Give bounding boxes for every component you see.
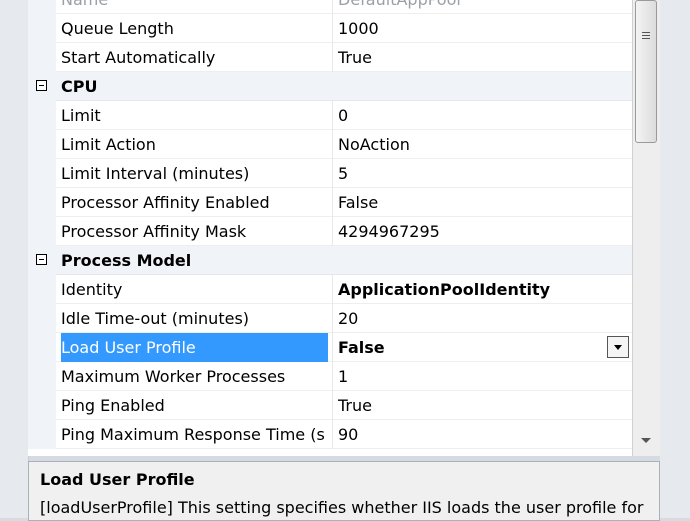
property-value-text: 4294967295: [338, 222, 440, 241]
property-value[interactable]: True: [332, 43, 632, 72]
property-name[interactable]: Load User Profile: [61, 333, 328, 362]
row-gutter: [28, 43, 56, 72]
property-row-load-user-profile[interactable]: Load User Profile False: [28, 333, 632, 362]
row-gutter: [28, 101, 56, 130]
property-grid: Name DefaultAppPool Queue Length 1000 Start …: [28, 0, 632, 456]
property-value[interactable]: 1: [332, 362, 632, 391]
row-gutter: [28, 14, 56, 43]
property-value-text: 1000: [338, 19, 379, 38]
property-row-limit[interactable]: Limit 0: [28, 101, 632, 130]
property-row-queue-length[interactable]: Queue Length 1000: [28, 14, 632, 43]
property-value[interactable]: DefaultAppPool: [332, 0, 632, 14]
collapse-icon[interactable]: [36, 254, 47, 265]
property-row-ping-enabled[interactable]: Ping Enabled True: [28, 391, 632, 420]
property-name[interactable]: Ping Maximum Response Time (s: [61, 420, 328, 449]
row-gutter: [28, 130, 56, 159]
property-value-text: True: [338, 48, 372, 67]
property-name[interactable]: Ping Enabled: [61, 391, 328, 420]
property-row-name[interactable]: Name DefaultAppPool: [28, 0, 632, 14]
property-value-text: False: [338, 338, 385, 357]
property-value-text: DefaultAppPool: [333, 0, 461, 9]
property-value[interactable]: NoAction: [332, 130, 632, 159]
property-value[interactable]: 1000: [332, 14, 632, 43]
description-panel: Load User Profile [loadUserProfile] This…: [28, 461, 660, 521]
vertical-scrollbar[interactable]: [632, 0, 660, 456]
property-row-processor-affinity-enabled[interactable]: Processor Affinity Enabled False: [28, 188, 632, 217]
property-name[interactable]: Identity: [61, 275, 328, 304]
property-row-ping-maximum-response-time-s[interactable]: Ping Maximum Response Time (s 90: [28, 420, 632, 449]
property-row-maximum-worker-processes[interactable]: Maximum Worker Processes 1: [28, 362, 632, 391]
property-row-idle-time-out-minutes[interactable]: Idle Time-out (minutes) 20: [28, 304, 632, 333]
row-gutter: [28, 0, 56, 14]
grip-line: [642, 38, 650, 39]
row-gutter: [28, 333, 56, 362]
category-label: Process Model: [61, 251, 192, 270]
property-name[interactable]: Maximum Worker Processes: [61, 362, 328, 391]
property-name[interactable]: Limit Action: [61, 130, 328, 159]
property-value-text: 5: [338, 164, 349, 183]
scroll-down-arrow-icon[interactable]: [641, 438, 651, 443]
property-name[interactable]: Start Automatically: [61, 43, 328, 72]
property-name[interactable]: Limit: [61, 101, 328, 130]
category-process-model[interactable]: Process Model: [28, 246, 632, 275]
property-value-text: 0: [338, 106, 349, 125]
property-name[interactable]: Name: [61, 0, 328, 14]
row-gutter: [28, 217, 56, 246]
row-gutter: [28, 391, 56, 420]
property-value[interactable]: False: [332, 333, 632, 362]
property-value[interactable]: 0: [332, 101, 632, 130]
property-value[interactable]: 90: [332, 420, 632, 449]
property-row-processor-affinity-mask[interactable]: Processor Affinity Mask 4294967295: [28, 217, 632, 246]
category-label: CPU: [61, 77, 98, 96]
property-row-start-automatically[interactable]: Start Automatically True: [28, 43, 632, 72]
grip-line: [642, 35, 650, 36]
scrollbar-thumb[interactable]: [635, 0, 657, 143]
property-value-text: NoAction: [338, 135, 410, 154]
row-gutter: [28, 304, 56, 333]
property-value[interactable]: 20: [332, 304, 632, 333]
property-value[interactable]: ApplicationPoolIdentity: [332, 275, 632, 304]
property-name[interactable]: Processor Affinity Enabled: [61, 188, 328, 217]
category-cpu[interactable]: CPU: [28, 72, 632, 101]
window-frame-right: [660, 0, 690, 518]
property-name[interactable]: Limit Interval (minutes): [61, 159, 328, 188]
property-name[interactable]: Idle Time-out (minutes): [61, 304, 328, 333]
row-gutter: [28, 362, 56, 391]
property-name[interactable]: Processor Affinity Mask: [61, 217, 328, 246]
property-name[interactable]: Queue Length: [61, 14, 328, 43]
row-gutter: [28, 72, 56, 101]
description-text: [loadUserProfile] This setting specifies…: [40, 498, 644, 517]
property-value-text: 90: [338, 425, 359, 444]
window-frame-left: [0, 0, 29, 518]
row-gutter: [28, 159, 56, 188]
row-gutter: [28, 275, 56, 304]
row-gutter: [28, 188, 56, 217]
row-gutter: [28, 246, 56, 275]
property-value[interactable]: 5: [332, 159, 632, 188]
property-value-text: ApplicationPoolIdentity: [338, 280, 551, 299]
property-value-text: True: [338, 396, 372, 415]
row-gutter: [28, 420, 56, 449]
property-row-identity[interactable]: Identity ApplicationPoolIdentity: [28, 275, 632, 304]
property-row-limit-action[interactable]: Limit Action NoAction: [28, 130, 632, 159]
property-value-text: 1: [338, 367, 349, 386]
grip-line: [642, 32, 650, 33]
property-value[interactable]: False: [332, 188, 632, 217]
property-row-limit-interval-minutes[interactable]: Limit Interval (minutes) 5: [28, 159, 632, 188]
property-value-text: False: [338, 193, 379, 212]
collapse-icon[interactable]: [36, 80, 47, 91]
property-value[interactable]: 4294967295: [332, 217, 632, 246]
chevron-down-icon[interactable]: [607, 336, 629, 358]
description-title: Load User Profile: [40, 470, 195, 489]
property-value-text: 20: [338, 309, 359, 328]
property-value[interactable]: True: [332, 391, 632, 420]
